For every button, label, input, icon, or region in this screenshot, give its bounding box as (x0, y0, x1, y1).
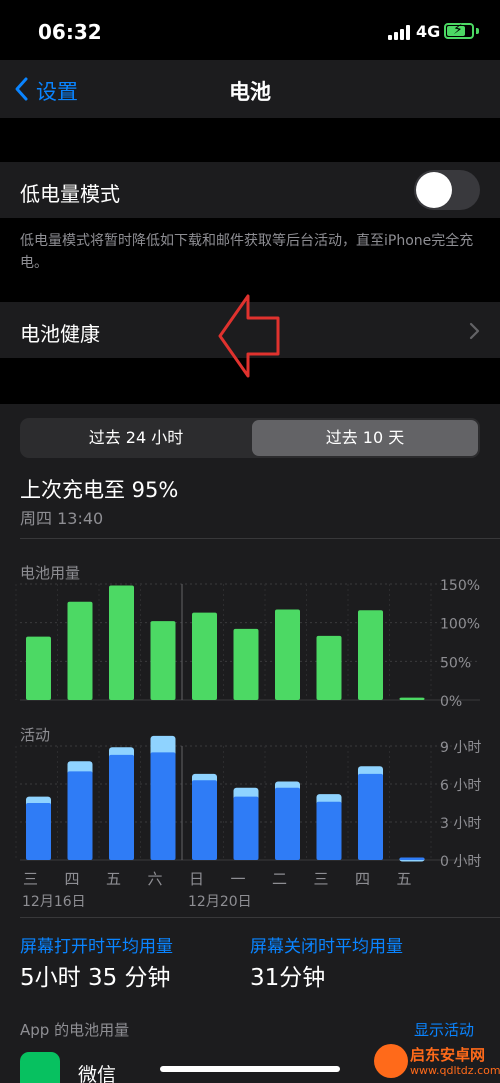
day-label: 四 (355, 870, 370, 888)
date-label-1: 12月16日 (22, 894, 86, 910)
activity-screen-on-bar (358, 773, 383, 860)
watermark: 启东安卓网 www.qdltdz.com (374, 1040, 500, 1083)
activity-screen-on-bar (109, 754, 134, 860)
day-label: 一 (231, 870, 246, 888)
y-tick-label: 0% (440, 694, 462, 710)
day-label: 六 (148, 870, 163, 888)
day-label: 三 (23, 870, 38, 888)
screen-off-average-label: 屏幕关闭时平均用量 (250, 937, 403, 957)
screen-on-average-value: 5小时 35 分钟 (20, 965, 171, 991)
watermark-logo-icon (374, 1044, 408, 1078)
usage-charts: 150% 100% 50% 0% 9 小时 6 小时 3 小时 0 小时三 四 五 六 日 一 二 三 四 五 (15, 578, 481, 888)
app-usage-header: App 的电池用量 (20, 1021, 130, 1039)
y-tick-label: 9 小时 (440, 740, 481, 756)
day-label: 四 (65, 870, 80, 888)
battery-usage-bar (192, 612, 217, 700)
battery-usage-bar (150, 621, 176, 700)
activity-screen-on-bar (150, 752, 176, 860)
show-activity-button[interactable]: 显示活动 (414, 1019, 474, 1040)
watermark-url: www.qdltdz.com (410, 1064, 500, 1077)
day-label: 二 (272, 870, 287, 888)
battery-usage-bar (358, 610, 383, 700)
day-label: 五 (106, 870, 121, 888)
activity-screen-on-bar (275, 787, 300, 860)
battery-usage-bar (233, 628, 259, 700)
date-label-2: 12月20日 (188, 894, 252, 910)
activity-screen-on-bar (192, 780, 217, 860)
battery-usage-bar (275, 609, 300, 700)
y-tick-label: 100% (440, 617, 480, 633)
y-tick-label: 150% (440, 578, 480, 594)
day-label: 日 (189, 870, 204, 888)
y-tick-label: 3 小时 (440, 816, 481, 832)
screen-off-average-value: 31分钟 (250, 965, 326, 991)
activity-screen-on-bar (67, 771, 93, 860)
activity-screen-on-bar (399, 857, 425, 860)
divider (20, 917, 500, 918)
home-indicator[interactable] (160, 1066, 340, 1072)
battery-usage-bar (316, 635, 342, 700)
app-name[interactable]: 微信 (78, 1060, 116, 1083)
battery-usage-bar (26, 636, 51, 700)
y-tick-label: 6 小时 (440, 778, 481, 794)
watermark-title: 启东安卓网 (410, 1046, 486, 1064)
activity-screen-on-bar (316, 801, 342, 860)
battery-usage-bar (67, 601, 93, 700)
screen-on-average-label: 屏幕打开时平均用量 (20, 937, 173, 957)
day-label: 三 (314, 870, 329, 888)
wechat-app-icon (20, 1052, 60, 1083)
y-tick-label: 0 小时 (440, 854, 481, 870)
activity-screen-on-bar (26, 803, 51, 860)
battery-usage-bar (399, 697, 425, 700)
activity-screen-on-bar (233, 796, 259, 860)
battery-usage-bar (109, 585, 134, 700)
y-tick-label: 50% (440, 655, 471, 671)
day-label: 五 (397, 870, 412, 888)
